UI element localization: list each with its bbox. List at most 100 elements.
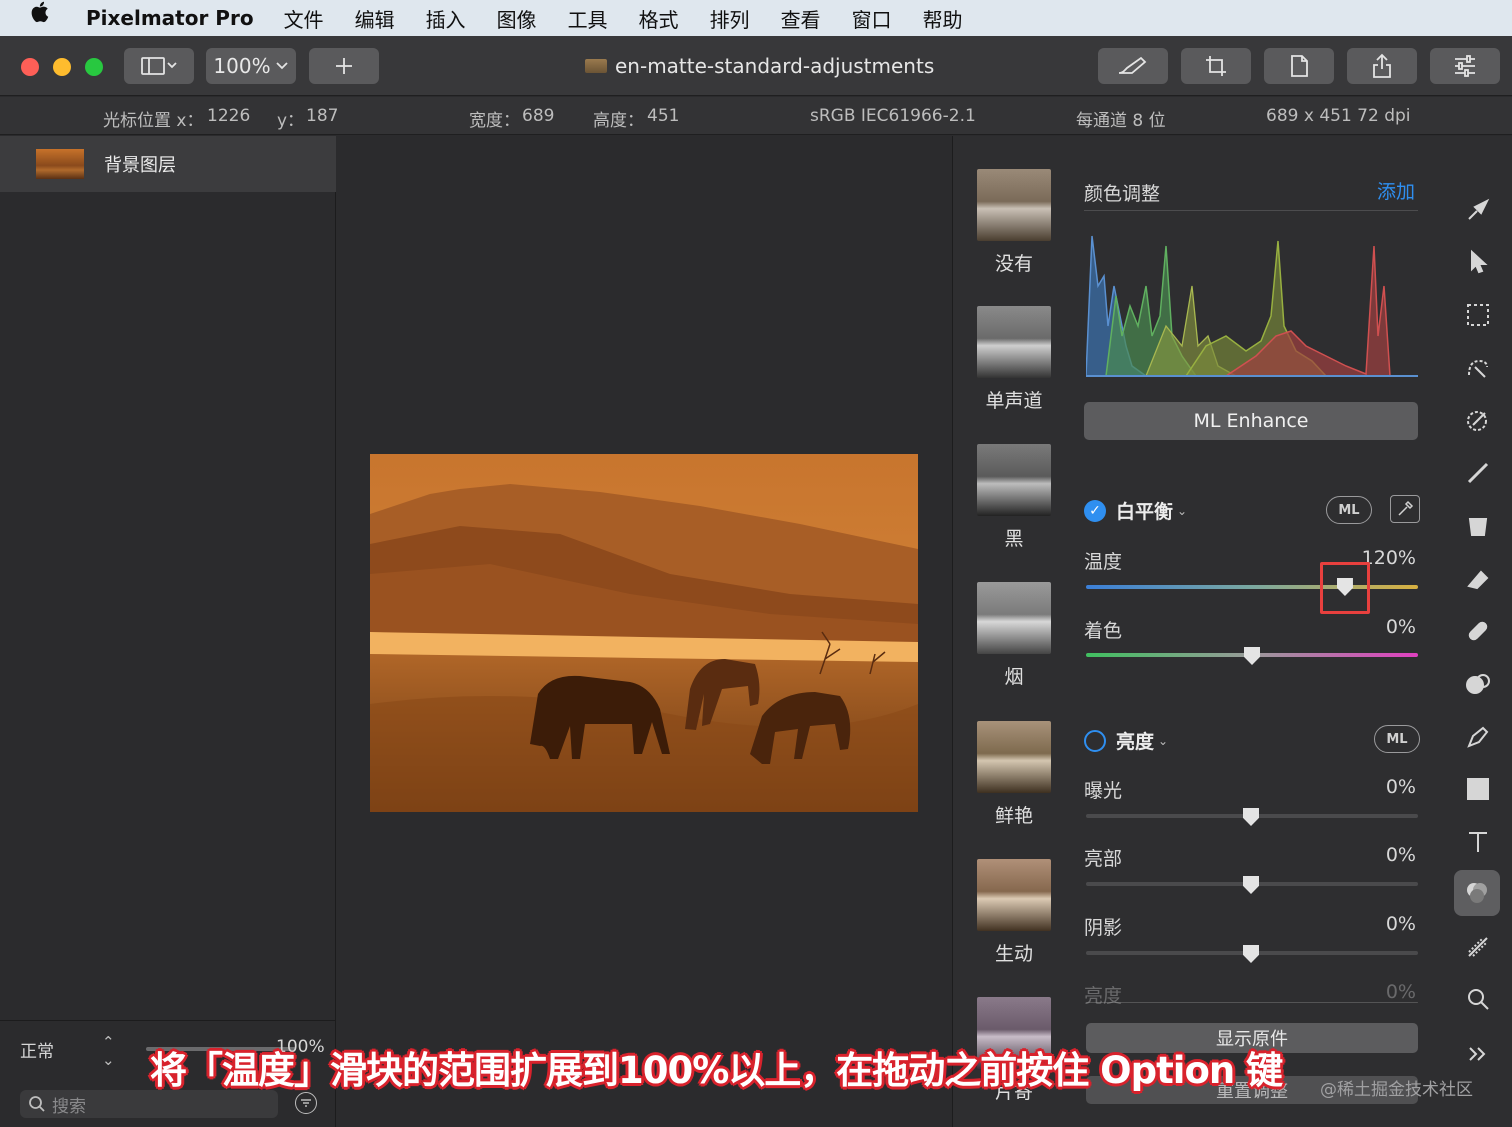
updown-chevron-icon[interactable]: ⌃ ⌄ — [102, 1033, 115, 1069]
checkbox-icon[interactable] — [1084, 729, 1106, 752]
eraser-icon[interactable] — [1462, 563, 1494, 595]
preset-item[interactable]: 没有 — [977, 169, 1051, 276]
add-button[interactable] — [309, 48, 379, 84]
search-icon — [29, 1096, 45, 1112]
pen-tool-icon[interactable] — [1462, 721, 1494, 753]
preset-thumbnail — [977, 582, 1051, 654]
share-icon — [1373, 53, 1391, 78]
panel-title: 颜色调整 — [1084, 183, 1161, 205]
divider — [1084, 210, 1418, 211]
highlights-slider-thumb[interactable] — [1243, 876, 1259, 894]
repair-tool-icon[interactable] — [1462, 615, 1494, 647]
presets-column: 没有 单声道 黑 烟 鲜艳 生动 片寄 — [952, 136, 1074, 1127]
chevron-down-icon[interactable]: ⌄ — [1177, 504, 1187, 518]
layer-search-field[interactable]: 搜索 — [20, 1090, 278, 1118]
menu-tools[interactable]: 工具 — [568, 4, 608, 33]
ml-enhance-button[interactable]: ML Enhance — [1084, 402, 1418, 440]
type-tool-icon[interactable] — [1462, 826, 1494, 858]
color-adjust-icon[interactable] — [1454, 870, 1500, 916]
menu-edit[interactable]: 编辑 — [355, 4, 395, 33]
white-balance-ml-button[interactable]: ML — [1326, 496, 1372, 524]
preset-item[interactable]: 鲜艳 — [977, 721, 1051, 828]
preset-item[interactable]: 烟 — [977, 582, 1051, 689]
menu-bar: Pixelmator Pro 文件 编辑 插入 图像 工具 格式 排列 查看 窗… — [0, 0, 1512, 36]
minimize-window-button[interactable] — [53, 58, 71, 76]
brush-icon — [1118, 56, 1147, 74]
preset-thumbnail — [977, 721, 1051, 793]
zoom-tool-icon[interactable] — [1462, 983, 1494, 1015]
preset-label: 黑 — [1004, 528, 1024, 550]
document-icon — [585, 59, 607, 73]
menu-format[interactable]: 格式 — [639, 4, 679, 33]
zoom-menu-button[interactable]: 100% — [206, 48, 296, 84]
more-tools-icon[interactable] — [1462, 1038, 1494, 1070]
menu-image[interactable]: 图像 — [497, 4, 537, 33]
watermark: @稀土掘金技术社区 — [1320, 1080, 1473, 1100]
arrange-tool-icon[interactable] — [1462, 246, 1494, 278]
crop-button[interactable] — [1181, 48, 1251, 84]
menu-view[interactable]: 查看 — [781, 4, 821, 33]
effects-icon[interactable] — [1462, 931, 1494, 963]
style-tool-icon[interactable] — [1462, 194, 1494, 226]
shadows-slider-thumb[interactable] — [1243, 945, 1259, 963]
eyedropper-icon[interactable] — [1390, 495, 1420, 523]
menu-arrange[interactable]: 排列 — [710, 4, 750, 33]
color-picker-icon[interactable] — [1462, 404, 1494, 436]
brightness-slider-track[interactable] — [1086, 1002, 1418, 1003]
brightness-header[interactable]: 亮度 ⌄ — [1084, 727, 1168, 754]
add-adjustment-button[interactable]: 添加 — [1377, 177, 1415, 204]
preset-label: 烟 — [1004, 666, 1024, 688]
color-profile: sRGB IEC61966-2.1 — [810, 106, 976, 126]
apple-menu-icon[interactable] — [30, 0, 60, 36]
menu-help[interactable]: 帮助 — [923, 4, 963, 33]
preset-thumbnail — [977, 859, 1051, 931]
tint-slider-thumb[interactable] — [1244, 647, 1260, 665]
preset-thumbnail — [977, 169, 1051, 241]
chevron-down-icon — [275, 62, 288, 70]
menu-insert[interactable]: 插入 — [426, 4, 466, 33]
smart-selection-icon[interactable] — [1462, 352, 1494, 384]
style-button[interactable] — [1098, 48, 1168, 84]
menu-file[interactable]: 文件 — [284, 4, 324, 33]
zoom-window-button[interactable] — [85, 58, 103, 76]
preset-thumbnail — [977, 306, 1051, 378]
chevron-down-icon[interactable]: ⌄ — [1158, 734, 1168, 748]
shadows-value: 0% — [1385, 913, 1416, 935]
paint-brush-icon[interactable] — [1462, 457, 1494, 489]
share-button[interactable] — [1347, 48, 1417, 84]
export-format-button[interactable] — [1264, 48, 1334, 84]
app-menu[interactable]: Pixelmator Pro — [86, 6, 254, 30]
paint-bucket-icon[interactable] — [1462, 510, 1494, 542]
image-dimensions: 689 x 451 72 dpi — [1266, 106, 1411, 126]
menu-window[interactable]: 窗口 — [852, 4, 892, 33]
preset-item[interactable]: 黑 — [977, 444, 1051, 551]
selection-tool-icon[interactable] — [1462, 299, 1494, 331]
white-balance-title: 白平衡 — [1116, 501, 1174, 523]
canvas-area[interactable] — [337, 136, 951, 1127]
clone-tool-icon[interactable] — [1462, 668, 1494, 700]
filter-icon[interactable] — [295, 1092, 317, 1114]
preset-item[interactable]: 单声道 — [977, 306, 1051, 413]
sliders-icon — [1455, 55, 1475, 77]
height-value: 451 — [647, 106, 680, 126]
sidebar-toggle-button[interactable] — [124, 48, 194, 84]
width-value: 689 — [522, 106, 555, 126]
layer-row[interactable]: 背景图层 — [0, 136, 336, 192]
preset-item[interactable]: 生动 — [977, 859, 1051, 966]
checkmark-icon[interactable]: ✓ — [1084, 499, 1106, 522]
exposure-slider-thumb[interactable] — [1243, 808, 1259, 826]
tools-sidebar-button[interactable] — [1430, 48, 1500, 84]
window-toolbar: 100% en-matte-standard-adjustments — [0, 36, 1512, 96]
photo-canvas[interactable] — [370, 454, 918, 812]
preset-label: 没有 — [994, 253, 1033, 275]
tint-value: 0% — [1385, 616, 1416, 638]
blend-mode-select[interactable]: 正常 — [20, 1037, 54, 1062]
close-window-button[interactable] — [21, 58, 39, 76]
color-adjustments-panel: 颜色调整 添加 ML Enhance ✓ 白平衡 ⌄ ML 温度 120% 着色… — [1074, 136, 1444, 1127]
brightness-ml-button[interactable]: ML — [1374, 725, 1420, 753]
shape-tool-icon[interactable] — [1462, 773, 1494, 805]
exposure-value: 0% — [1385, 776, 1416, 798]
cursor-y-label: y： — [277, 111, 305, 131]
white-balance-header[interactable]: ✓ 白平衡 ⌄ — [1084, 497, 1187, 524]
document-title-text: en-matte-standard-adjustments — [615, 54, 935, 78]
